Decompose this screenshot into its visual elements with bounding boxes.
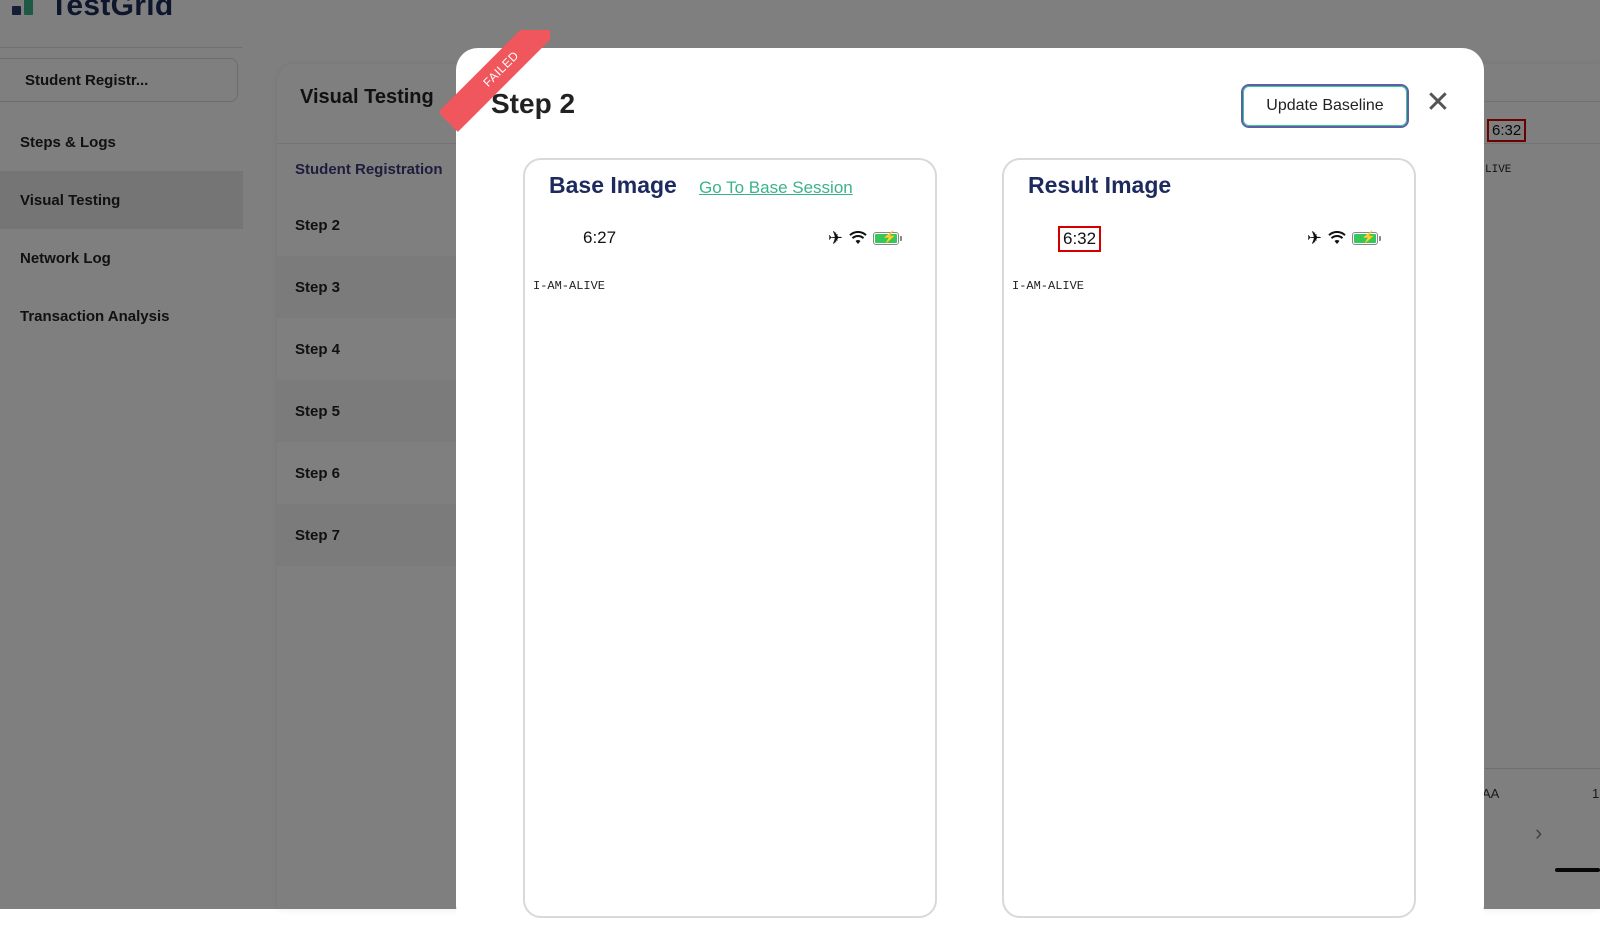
result-image-title: Result Image (1028, 172, 1172, 198)
airplane-icon: ✈ (1306, 228, 1322, 248)
battery-charging-icon: ⚡ (873, 230, 902, 245)
update-baseline-button[interactable]: Update Baseline (1241, 84, 1409, 128)
close-icon[interactable]: ✕ (1423, 88, 1453, 118)
result-status-icons: ✈ ⚡ (1306, 228, 1381, 248)
result-screen-text: I-AM-ALIVE (1012, 279, 1085, 293)
airplane-icon: ✈ (827, 228, 843, 248)
status-ribbon-wrapper: FAILED (440, 30, 550, 140)
battery-charging-icon: ⚡ (1352, 230, 1381, 245)
modal-title: Step 2 (491, 88, 576, 119)
wifi-icon (849, 231, 867, 244)
base-status-icons: ✈ ⚡ (827, 228, 902, 248)
base-image-title: Base Image (549, 172, 677, 198)
result-image-panel: Result Image 6:32 ✈ ⚡ I-AM-ALIVE (1002, 158, 1416, 918)
result-status-time-diff: 6:32 (1058, 226, 1102, 252)
base-image-panel: Base Image Go To Base Session 6:27 ✈ ⚡ I… (523, 158, 937, 918)
base-status-time: 6:27 (583, 228, 617, 247)
base-screen-text: I-AM-ALIVE (533, 279, 606, 293)
go-to-base-session-link[interactable]: Go To Base Session (699, 178, 853, 198)
wifi-icon (1328, 231, 1346, 244)
